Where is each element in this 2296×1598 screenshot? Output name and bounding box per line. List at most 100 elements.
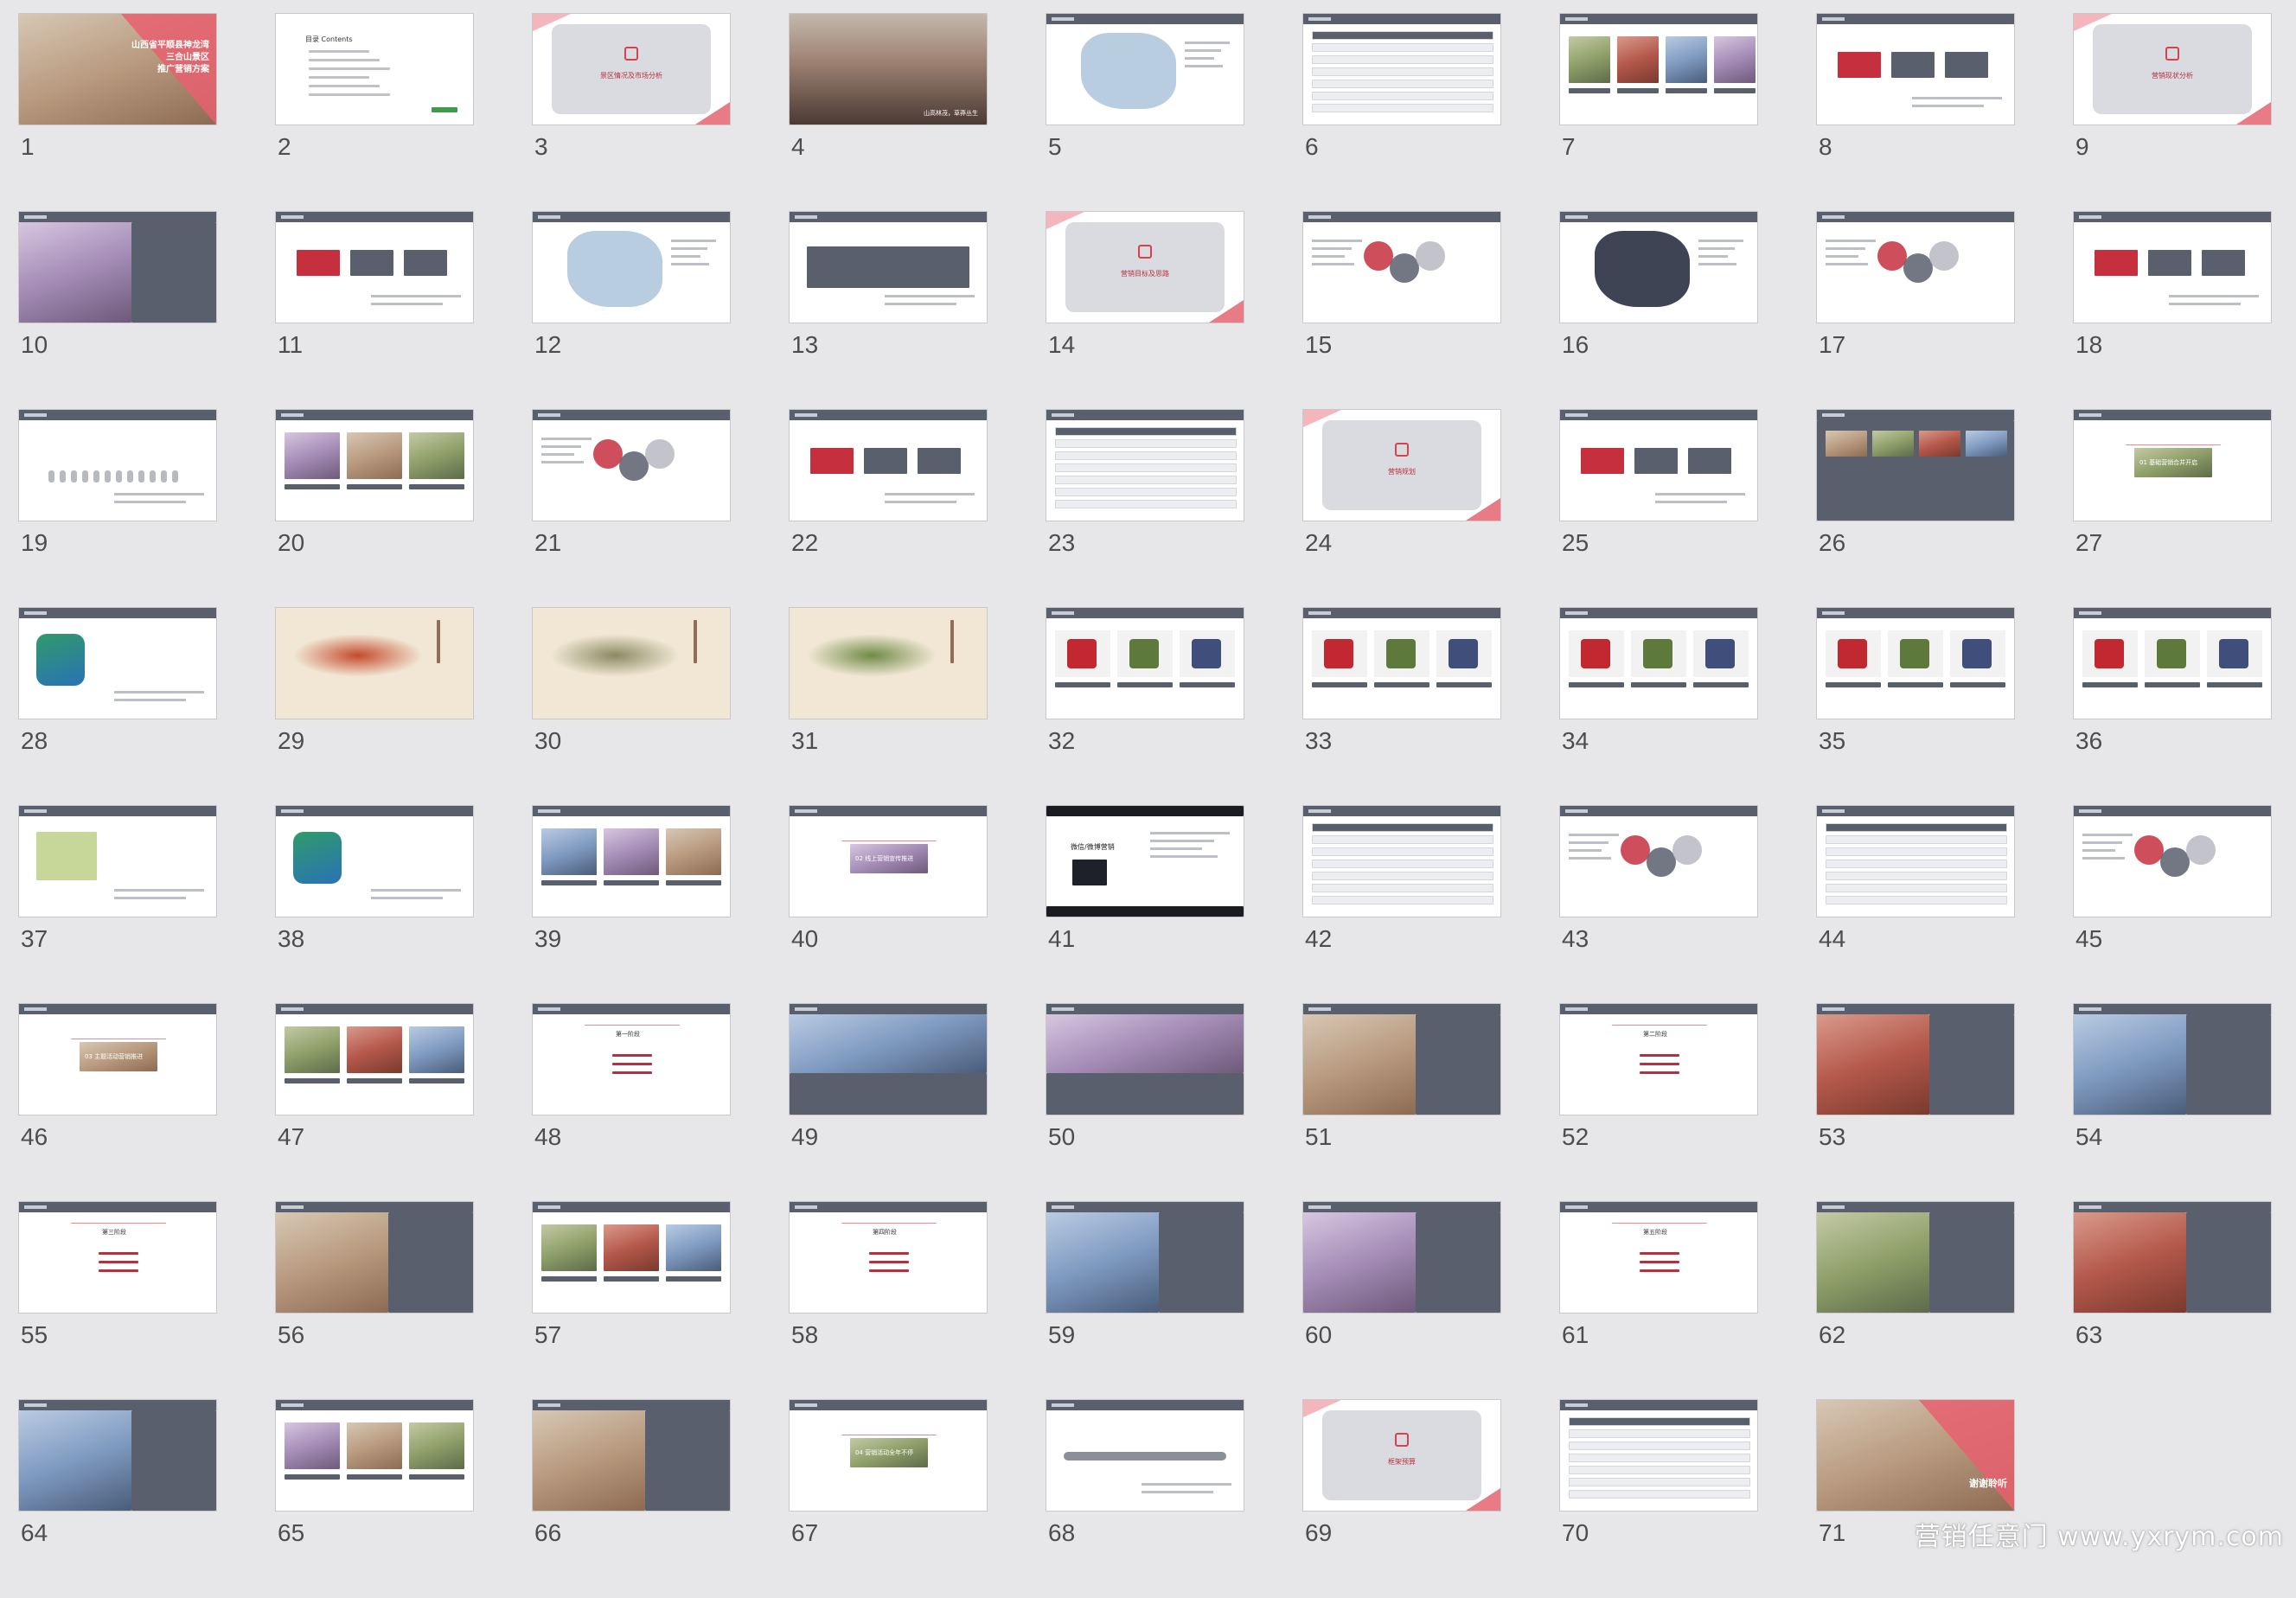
- slide-thumbnail[interactable]: 第一阶段: [533, 1004, 730, 1115]
- caption-bar: [1436, 682, 1492, 687]
- slide-thumbnail[interactable]: [1303, 1004, 1500, 1115]
- slide-thumbnail[interactable]: [1817, 1202, 2014, 1313]
- slide-number: 17: [1819, 331, 1846, 358]
- slide-thumbnail[interactable]: 第三阶段: [19, 1202, 216, 1313]
- slide-thumbnail[interactable]: [1303, 14, 1500, 125]
- product-item: [2095, 639, 2124, 668]
- slide-thumbnail[interactable]: [276, 410, 473, 521]
- slide-thumbnail[interactable]: [276, 608, 473, 719]
- text-panel: [1416, 1014, 1500, 1115]
- slide-thumbnail[interactable]: 谢谢聆听: [1817, 1400, 2014, 1511]
- slide-thumbnail[interactable]: [276, 1202, 473, 1313]
- table-row: [1826, 847, 2007, 856]
- slide-thumbnail[interactable]: [533, 212, 730, 323]
- slide-header: [1817, 410, 2014, 420]
- slide-thumbnail[interactable]: [1046, 1004, 1244, 1115]
- slide-header: [790, 1400, 987, 1410]
- slide-thumbnail[interactable]: [1046, 1400, 1244, 1511]
- text-line: [1185, 57, 1214, 60]
- slide-thumbnail[interactable]: 微信/微博营销: [1046, 806, 1244, 917]
- slide-thumbnail[interactable]: 营销现状分析: [2074, 14, 2271, 125]
- diagram-node: [593, 439, 623, 469]
- slide-thumbnail[interactable]: 目录 Contents: [276, 14, 473, 125]
- slide-thumbnail[interactable]: [2074, 1004, 2271, 1115]
- slide-thumbnail[interactable]: [533, 1202, 730, 1313]
- slide-thumbnail[interactable]: 营销规划: [1303, 410, 1500, 521]
- slide-thumbnail[interactable]: [533, 608, 730, 719]
- slide-thumbnail[interactable]: [276, 1400, 473, 1511]
- flow-box: [918, 448, 961, 474]
- slide-thumbnail[interactable]: [276, 1004, 473, 1115]
- slide-thumbnail[interactable]: 营销目标及思路: [1046, 212, 1244, 323]
- slide-header: [1303, 1004, 1500, 1014]
- slide-thumbnail[interactable]: [19, 608, 216, 719]
- slide-thumbnail[interactable]: [1046, 608, 1244, 719]
- slide-number: 36: [2075, 727, 2103, 754]
- slide-thumbnail[interactable]: [1046, 1202, 1244, 1313]
- slide-thumbnail[interactable]: [1817, 212, 2014, 323]
- slide-thumbnail[interactable]: [790, 608, 987, 719]
- slide-thumbnail[interactable]: [2074, 212, 2271, 323]
- slide-thumbnail[interactable]: [2074, 806, 2271, 917]
- slide-thumbnail[interactable]: 景区情况及市场分析: [533, 14, 730, 125]
- slide-cell: 25: [1560, 410, 1757, 608]
- slide-thumbnail[interactable]: 01 基础营销合并开启: [2074, 410, 2271, 521]
- stage-title: 第二阶段: [1643, 1031, 1667, 1038]
- slide-thumbnail[interactable]: 山西省平顺县神龙湾 三合山景区 推广营销方案: [19, 14, 216, 125]
- slide-thumbnail[interactable]: [1303, 806, 1500, 917]
- slide-thumbnail[interactable]: [2074, 608, 2271, 719]
- slide-thumbnail[interactable]: [790, 410, 987, 521]
- slide-cell: 18: [2074, 212, 2271, 410]
- slide-thumbnail[interactable]: 02 线上营销宣传推进: [790, 806, 987, 917]
- section-card: [1065, 222, 1225, 312]
- slide-thumbnail[interactable]: [790, 212, 987, 323]
- slide-thumbnail[interactable]: [1817, 14, 2014, 125]
- slide-thumbnail[interactable]: [2074, 1202, 2271, 1313]
- slide-thumbnail[interactable]: [1560, 212, 1757, 323]
- slide-thumbnail[interactable]: [1303, 1202, 1500, 1313]
- slide-thumbnail[interactable]: [1046, 410, 1244, 521]
- slide-thumbnail[interactable]: [19, 212, 216, 323]
- slide-thumbnail[interactable]: [1560, 608, 1757, 719]
- slide-thumbnail[interactable]: [533, 1400, 730, 1511]
- table-row: [1055, 476, 1237, 484]
- slide-thumbnail[interactable]: 04 营销活动全年不停: [790, 1400, 987, 1511]
- slide-thumbnail[interactable]: [19, 1400, 216, 1511]
- text-line: [1569, 841, 1609, 844]
- stage-item: [1640, 1269, 1679, 1272]
- slide-thumbnail[interactable]: [1303, 212, 1500, 323]
- slide-thumbnail[interactable]: [1817, 1004, 2014, 1115]
- slide-cell: 64: [19, 1400, 216, 1598]
- slide-thumbnail[interactable]: [1817, 608, 2014, 719]
- slide-thumbnail[interactable]: 框架预算: [1303, 1400, 1500, 1511]
- slide-thumbnail[interactable]: [1560, 410, 1757, 521]
- slide-thumbnail[interactable]: [1560, 1400, 1757, 1511]
- slide-thumbnail[interactable]: 03 主题活动营销推进: [19, 1004, 216, 1115]
- slide-thumbnail[interactable]: [790, 1004, 987, 1115]
- slide-thumbnail[interactable]: [19, 806, 216, 917]
- slide-header: [1817, 608, 2014, 618]
- divider-line: [1612, 1025, 1707, 1026]
- slide-thumbnail[interactable]: [1560, 806, 1757, 917]
- product-item: [1129, 639, 1159, 668]
- map-shape: [1595, 231, 1690, 307]
- slide-header: [533, 1202, 730, 1212]
- toc-item: [309, 59, 380, 61]
- slide-thumbnail[interactable]: 第五阶段: [1560, 1202, 1757, 1313]
- slide-thumbnail[interactable]: [533, 410, 730, 521]
- slide-thumbnail[interactable]: [276, 212, 473, 323]
- slide-thumbnail[interactable]: [276, 806, 473, 917]
- slide-thumbnail[interactable]: 第二阶段: [1560, 1004, 1757, 1115]
- slide-header: [1046, 1400, 1244, 1410]
- slide-thumbnail[interactable]: 第四阶段: [790, 1202, 987, 1313]
- slide-thumbnail[interactable]: [1817, 410, 2014, 521]
- slide-thumbnail[interactable]: [533, 806, 730, 917]
- slide-thumbnail[interactable]: [1046, 14, 1244, 125]
- product-photo: [285, 432, 340, 479]
- slide-thumbnail[interactable]: [1560, 14, 1757, 125]
- slide-thumbnail[interactable]: [19, 410, 216, 521]
- slide-thumbnail[interactable]: [1817, 806, 2014, 917]
- slide-thumbnail[interactable]: 山高林茂，草莽丛生: [790, 14, 987, 125]
- slide-thumbnail[interactable]: [1303, 608, 1500, 719]
- text-line: [1142, 1491, 1214, 1493]
